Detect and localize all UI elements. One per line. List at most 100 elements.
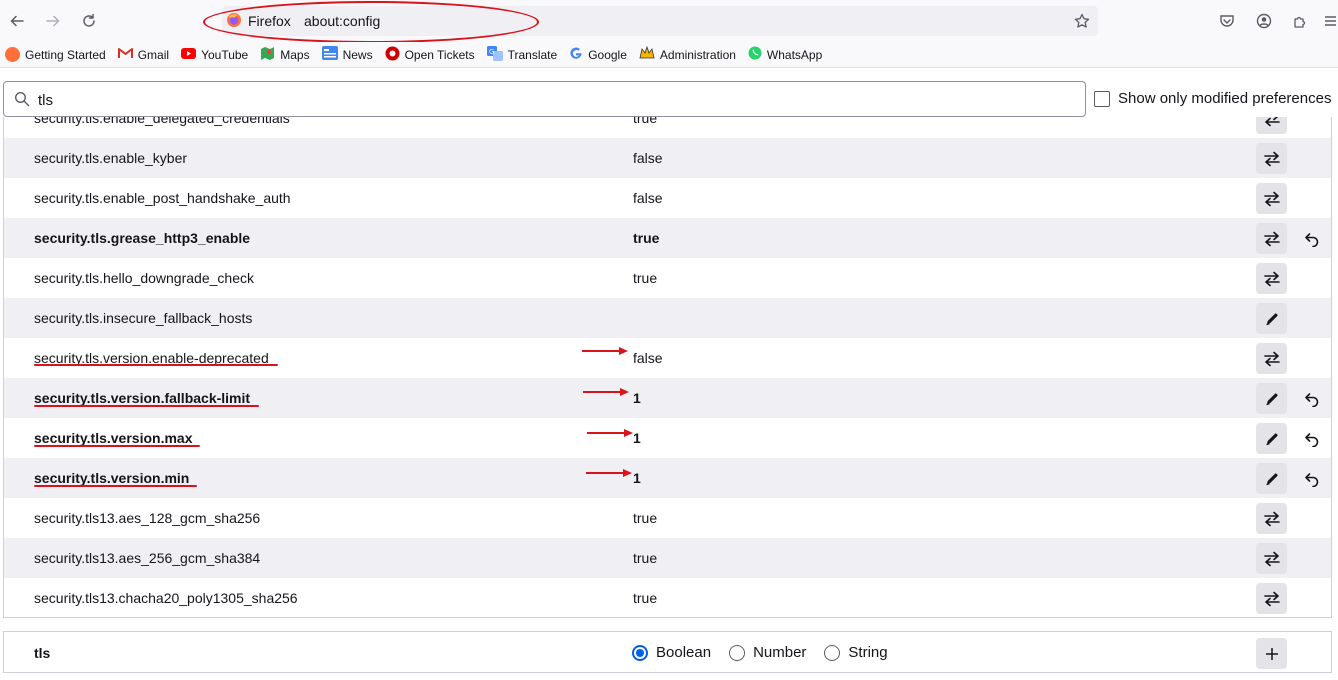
pref-row[interactable]: security.tls.version.fallback-limit 1 [4,378,1331,418]
pref-row[interactable]: security.tls13.chacha20_poly1305_sha256 t… [4,578,1331,617]
toggle-button[interactable] [1256,117,1287,134]
pref-row[interactable]: security.tls.version.min 1 [4,458,1331,498]
type-number-option[interactable]: Number [729,644,806,661]
pref-value: true [633,510,658,526]
undo-icon [1304,391,1320,407]
type-string-label: String [848,644,888,661]
show-modified-checkbox[interactable] [1094,90,1110,107]
pref-value: false [633,150,663,166]
pref-row[interactable]: security.tls.version.enable-deprecated fa… [4,338,1331,378]
search-box[interactable] [3,81,1086,117]
bookmark-gmail[interactable]: Gmail [117,47,169,62]
type-boolean-option[interactable]: Boolean [632,644,711,661]
reload-icon[interactable] [75,7,103,35]
identity-box[interactable]: Firefox [226,10,291,32]
menu-icon[interactable] [1322,8,1338,34]
edit-button[interactable] [1256,383,1287,414]
browser-toolbar: Firefox about:config [0,0,1338,43]
pref-name: security.tls.enable_delegated_credential… [34,117,290,126]
bookmark-whatsapp[interactable]: WhatsApp [748,46,822,63]
reset-button[interactable] [1299,466,1325,492]
bookmarks-toolbar: Getting Started Gmail YouTube Maps News … [0,42,1338,68]
preferences-table: security.tls.enable_delegated_credential… [3,117,1332,618]
pref-name: security.tls.version.fallback-limit [34,390,251,406]
reset-button[interactable] [1299,386,1325,412]
toggle-button[interactable] [1256,223,1287,254]
add-preference-row: tls Boolean Number String [3,631,1332,673]
pref-row[interactable]: security.tls.version.max 1 [4,418,1331,458]
toggle-button[interactable] [1256,143,1287,174]
pref-value: true [633,230,660,246]
type-number-radio[interactable] [729,644,746,661]
toggle-arrows-icon [1263,351,1281,367]
type-boolean-radio[interactable] [632,644,648,661]
pref-row[interactable]: security.tls.enable_post_handshake_auth f… [4,178,1331,218]
bookmark-administration[interactable]: Administration [639,45,736,63]
add-preference-button[interactable] [1256,638,1287,669]
undo-icon [1304,431,1320,447]
toggle-button[interactable] [1256,263,1287,294]
pref-row[interactable]: security.tls13.aes_128_gcm_sha256 true [4,498,1331,538]
pref-row[interactable]: security.tls.enable_delegated_credential… [4,117,1331,138]
bookmark-getting-started[interactable]: Getting Started [5,47,106,62]
pref-name: security.tls.grease_http3_enable [34,230,251,246]
pref-value: true [633,590,658,606]
pref-name: security.tls.version.min [34,470,190,486]
type-string-radio[interactable] [824,644,841,661]
reset-button[interactable] [1299,226,1325,252]
news-icon [321,46,338,63]
pref-row[interactable]: security.tls13.aes_256_gcm_sha384 true [4,538,1331,578]
pref-name: security.tls13.aes_128_gcm_sha256 [34,510,261,526]
type-number-label: Number [753,644,807,661]
toggle-arrows-icon [1263,151,1281,167]
bookmark-star-icon[interactable] [1070,9,1094,33]
toggle-button[interactable] [1256,543,1287,574]
type-string-option[interactable]: String [824,644,888,661]
pref-row[interactable]: security.tls.insecure_fallback_hosts [4,298,1331,338]
edit-button[interactable] [1256,303,1287,334]
url-text[interactable]: about:config [304,13,380,29]
pref-name: security.tls.insecure_fallback_hosts [34,310,253,326]
bookmark-translate[interactable]: G Translate [486,45,557,64]
toggle-button[interactable] [1256,583,1287,614]
administration-icon [639,45,655,63]
pref-value: 1 [633,470,641,486]
bookmark-news[interactable]: News [321,46,373,63]
bookmark-google[interactable]: Google [569,46,627,63]
undo-icon [1304,231,1320,247]
toggle-arrows-icon [1263,551,1281,567]
bookmark-maps[interactable]: Maps [260,46,310,64]
maps-icon [260,46,275,64]
toggle-button[interactable] [1256,183,1287,214]
firefox-icon [226,12,242,31]
pref-value: 1 [633,390,641,406]
edit-button[interactable] [1256,423,1287,454]
edit-button[interactable] [1256,463,1287,494]
whatsapp-icon [748,46,762,63]
account-icon[interactable] [1251,8,1277,34]
pref-row[interactable]: security.tls.grease_http3_enable true [4,218,1331,258]
tickets-icon [385,46,400,64]
svg-text:G: G [489,48,494,56]
type-boolean-label: Boolean [656,644,712,661]
pencil-icon [1264,391,1280,407]
search-input[interactable] [38,90,1038,110]
toggle-arrows-icon [1263,591,1281,607]
show-modified-toggle[interactable]: Show only modified preferences [1094,90,1331,107]
extensions-icon[interactable] [1287,8,1313,34]
pref-name: security.tls13.chacha20_poly1305_sha256 [34,590,298,606]
reset-button[interactable] [1299,426,1325,452]
forward-arrow-icon[interactable] [39,7,67,35]
pref-value: 1 [633,430,641,446]
pref-row[interactable]: security.tls.hello_downgrade_check true [4,258,1331,298]
bookmark-open-tickets[interactable]: Open Tickets [385,46,475,64]
bookmark-youtube[interactable]: YouTube [181,47,248,62]
toggle-button[interactable] [1256,343,1287,374]
pref-name: security.tls.version.max [34,430,193,446]
pocket-icon[interactable] [1214,8,1240,34]
firefox-icon [5,47,20,62]
pref-row[interactable]: security.tls.enable_kyber false [4,138,1331,178]
pref-name: security.tls.enable_post_handshake_auth [34,190,291,206]
back-arrow-icon[interactable] [3,7,31,35]
toggle-button[interactable] [1256,503,1287,534]
